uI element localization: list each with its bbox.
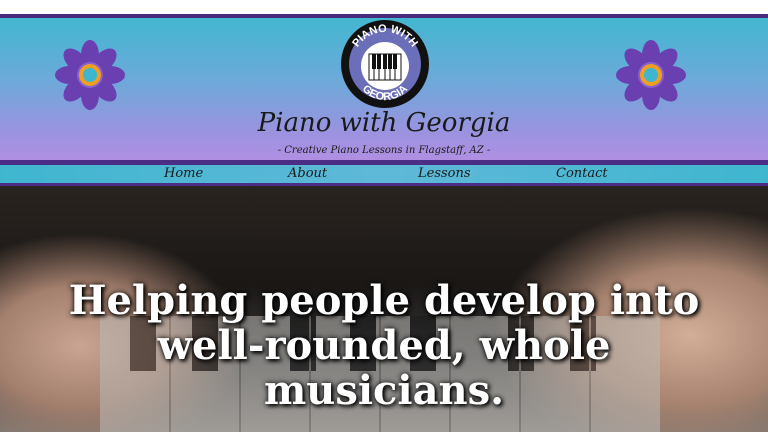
site-title[interactable]: Piano with Georgia	[0, 108, 768, 138]
flower-icon	[55, 40, 125, 110]
nav-about[interactable]: About	[288, 166, 327, 181]
piano-keys-icon	[368, 53, 402, 81]
nav-lessons[interactable]: Lessons	[418, 166, 471, 181]
nav-home[interactable]: Home	[164, 166, 203, 181]
hero-headline-line: well-rounded, whole	[157, 322, 611, 369]
hero-banner: Helping people develop into well-rounded…	[0, 186, 768, 432]
nav-contact[interactable]: Contact	[556, 166, 608, 181]
flower-icon	[616, 40, 686, 110]
main-nav: Home About Lessons Contact	[0, 160, 768, 186]
hero-headline-line: musicians.	[263, 367, 505, 414]
hero-headline-line: Helping people develop into	[68, 277, 700, 324]
site-tagline: - Creative Piano Lessons in Flagstaff, A…	[277, 145, 491, 156]
site-header: PIANO WITH GEORGIA Piano with Georgia - …	[0, 14, 768, 160]
hero-headline: Helping people develop into well-rounded…	[0, 278, 768, 413]
page: PIANO WITH GEORGIA Piano with Georgia - …	[0, 0, 768, 432]
piano-with-georgia-logo: PIANO WITH GEORGIA	[341, 20, 429, 108]
